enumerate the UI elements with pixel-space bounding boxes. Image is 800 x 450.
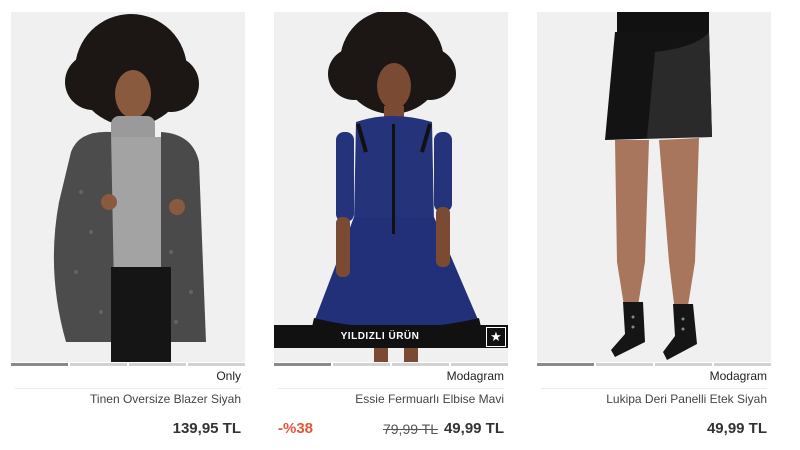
product-image[interactable] [11, 12, 245, 362]
product-card[interactable]: Only Tinen Oversize Blazer Siyah 139,95 … [11, 12, 245, 444]
product-brand[interactable]: Only [216, 369, 241, 383]
discount-label: -%38 [278, 420, 314, 437]
product-title[interactable]: Essie Fermuarlı Elbise Mavi [278, 388, 504, 406]
model-photo-skirt [537, 12, 771, 362]
carousel-indicator[interactable] [11, 362, 245, 368]
carousel-dot[interactable] [714, 363, 771, 366]
carousel-dot[interactable] [129, 363, 186, 366]
carousel-dot[interactable] [392, 363, 449, 366]
carousel-dot[interactable] [655, 363, 712, 366]
carousel-dot[interactable] [537, 363, 594, 366]
featured-badge: YILDIZLI ÜRÜN ★ [274, 325, 508, 348]
carousel-dot[interactable] [451, 363, 508, 366]
carousel-dot[interactable] [333, 363, 390, 366]
product-card[interactable]: YILDIZLI ÜRÜN ★ Modagram Essie Fermuarlı… [274, 12, 508, 444]
model-photo-blazer [11, 12, 245, 362]
carousel-dot[interactable] [596, 363, 653, 366]
carousel-dot[interactable] [274, 363, 331, 366]
product-price: 139,95 TL [172, 420, 241, 437]
carousel-indicator[interactable] [274, 362, 508, 368]
product-price: 49,99 TL [443, 420, 504, 437]
product-price: 49,99 TL [706, 420, 767, 437]
product-image[interactable] [274, 12, 508, 362]
product-brand[interactable]: Modagram [447, 369, 504, 383]
carousel-dot[interactable] [188, 363, 245, 366]
carousel-dot[interactable] [11, 363, 68, 366]
product-title[interactable]: Tinen Oversize Blazer Siyah [15, 388, 241, 406]
star-icon: ★ [486, 326, 506, 347]
carousel-indicator[interactable] [537, 362, 771, 368]
product-brand[interactable]: Modagram [710, 369, 767, 383]
carousel-dot[interactable] [70, 363, 127, 366]
product-card[interactable]: Modagram Lukipa Deri Panelli Etek Siyah … [537, 12, 771, 444]
featured-badge-label: YILDIZLI ÜRÜN [340, 331, 420, 342]
old-price: 79,99 TL [382, 421, 438, 437]
product-title[interactable]: Lukipa Deri Panelli Etek Siyah [541, 388, 767, 406]
model-photo-dress [274, 12, 508, 362]
product-image[interactable] [537, 12, 771, 362]
